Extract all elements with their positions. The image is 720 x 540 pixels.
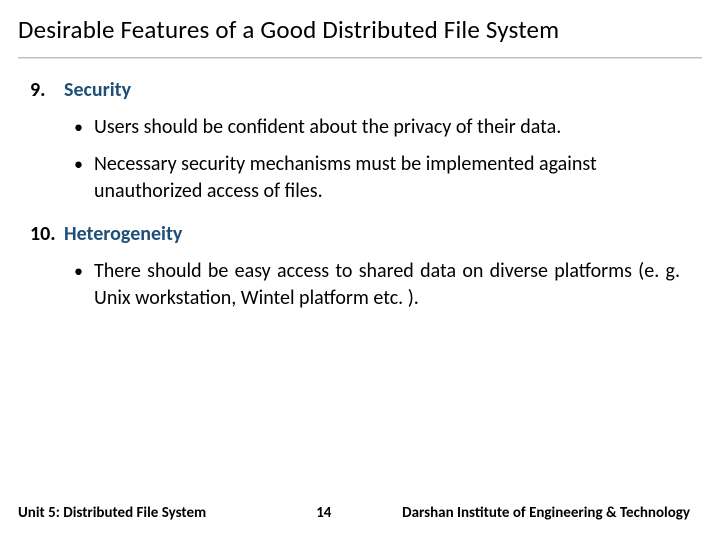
bullet-item: • There should be easy access to shared …: [74, 258, 680, 312]
bullet-dot: •: [74, 151, 94, 205]
item-number: 9.: [30, 77, 64, 104]
bullet-item: • Users should be confident about the pr…: [74, 114, 680, 141]
slide-title: Desirable Features of a Good Distributed…: [18, 14, 702, 45]
list-item: 9. Security: [30, 77, 680, 104]
footer-right: Darshan Institute of Engineering & Techn…: [371, 504, 690, 522]
footer-page-number: 14: [316, 504, 331, 522]
bullet-dot: •: [74, 258, 94, 312]
slide-footer: Unit 5: Distributed File System 14 Darsh…: [0, 504, 720, 522]
footer-left: Unit 5: Distributed File System: [18, 504, 206, 522]
bullet-text: Users should be confident about the priv…: [94, 114, 680, 141]
bullet-item: • Necessary security mechanisms must be …: [74, 151, 680, 205]
slide: Desirable Features of a Good Distributed…: [0, 0, 720, 540]
bullet-text: Necessary security mechanisms must be im…: [94, 151, 680, 205]
bullet-text: There should be easy access to shared da…: [94, 258, 680, 312]
list-item: 10. Heterogeneity: [30, 221, 680, 248]
bullet-list: • Users should be confident about the pr…: [74, 114, 680, 205]
bullet-list: • There should be easy access to shared …: [74, 258, 680, 312]
slide-content: 9. Security • Users should be confident …: [0, 59, 720, 540]
bullet-dot: •: [74, 114, 94, 141]
item-number: 10.: [30, 221, 64, 248]
item-heading: Security: [64, 77, 131, 104]
title-wrap: Desirable Features of a Good Distributed…: [0, 0, 720, 53]
item-heading: Heterogeneity: [64, 221, 182, 248]
